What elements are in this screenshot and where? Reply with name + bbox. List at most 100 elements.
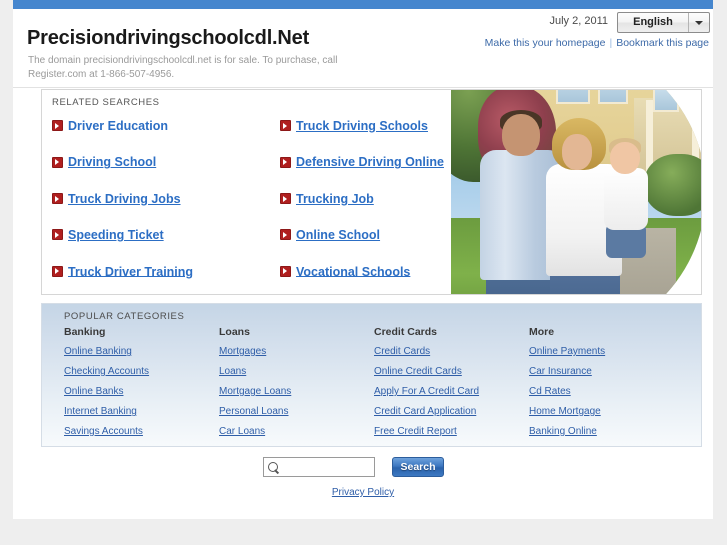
language-selected-value: English	[633, 16, 673, 28]
related-search-label[interactable]: Truck Driver Training	[68, 264, 193, 278]
related-search-label[interactable]: Vocational Schools	[296, 264, 410, 278]
related-search-label[interactable]: Truck Driving Jobs	[68, 192, 181, 206]
related-searches-row: Truck Driver Training Vocational Schools	[52, 263, 492, 294]
category-link[interactable]: Online Payments	[529, 346, 684, 357]
family-house-photo	[451, 90, 701, 294]
related-search-label[interactable]: Driving School	[68, 155, 156, 169]
related-searches-row: Speeding Ticket Online School	[52, 226, 492, 262]
search-form: Search	[263, 457, 444, 479]
red-arrow-icon	[52, 120, 63, 132]
category-link[interactable]: Banking Online	[529, 426, 684, 437]
related-searches-row: Truck Driving Jobs Trucking Job	[52, 190, 492, 226]
man-head	[502, 114, 540, 156]
related-searches-heading: RELATED SEARCHES	[52, 97, 160, 108]
category-link[interactable]: Cd Rates	[529, 386, 684, 397]
related-search-item[interactable]: Truck Driver Training	[52, 263, 193, 285]
footer: Privacy Policy	[13, 487, 713, 498]
house-window	[598, 90, 628, 104]
related-search-item[interactable]: Trucking Job	[280, 190, 374, 212]
related-search-label[interactable]: Defensive Driving Online	[296, 155, 444, 169]
language-selector[interactable]: English	[617, 12, 710, 33]
category-link[interactable]: Mortgages	[219, 346, 374, 357]
category-link[interactable]: Online Credit Cards	[374, 366, 529, 377]
red-arrow-icon	[52, 229, 63, 241]
shrub	[644, 154, 701, 216]
red-arrow-icon	[280, 229, 291, 241]
related-search-label[interactable]: Driver Education	[68, 119, 168, 133]
search-field-wrapper[interactable]	[263, 457, 375, 477]
header-utility-links: Make this your homepage | Bookmark this pa…	[485, 37, 709, 49]
red-arrow-icon	[52, 265, 63, 277]
category-link[interactable]: Car Insurance	[529, 366, 684, 377]
category-link[interactable]: Apply For A Credit Card	[374, 386, 529, 397]
category-column-loans: Loans Mortgages Loans Mortgage Loans Per…	[219, 326, 374, 446]
search-button[interactable]: Search	[392, 457, 444, 477]
popular-categories-panel: POPULAR CATEGORIES Banking Online Bankin…	[41, 303, 702, 447]
category-link[interactable]: Car Loans	[219, 426, 374, 437]
photo-circular-mask	[451, 90, 701, 294]
category-link[interactable]: Savings Accounts	[64, 426, 219, 437]
related-search-item[interactable]: Speeding Ticket	[52, 226, 164, 248]
woman-face	[562, 134, 592, 170]
category-heading: More	[529, 326, 555, 338]
category-link[interactable]: Personal Loans	[219, 406, 374, 417]
category-link[interactable]: Free Credit Report	[374, 426, 529, 437]
red-arrow-icon	[280, 193, 291, 205]
related-search-item[interactable]: Driver Education	[52, 117, 168, 139]
red-arrow-icon	[52, 193, 63, 205]
category-link[interactable]: Online Banks	[64, 386, 219, 397]
make-homepage-link[interactable]: Make this your homepage	[485, 37, 606, 49]
top-accent-bar	[13, 0, 713, 9]
related-searches-panel: RELATED SEARCHES Driver Education Truck …	[41, 89, 702, 295]
link-separator: |	[609, 37, 613, 49]
related-searches-row: Driver Education Truck Driving Schools	[52, 117, 492, 153]
page-container: Precisiondrivingschoolcdl.Net The domain…	[13, 0, 713, 519]
related-search-label[interactable]: Trucking Job	[296, 192, 374, 206]
baby-shirt	[604, 168, 648, 230]
baby-head	[610, 142, 640, 174]
popular-categories-columns: Banking Online Banking Checking Accounts…	[64, 326, 684, 446]
category-link[interactable]: Credit Card Application	[374, 406, 529, 417]
category-link[interactable]: Credit Cards	[374, 346, 529, 357]
bookmark-page-link[interactable]: Bookmark this page	[616, 37, 709, 49]
search-input[interactable]	[281, 460, 375, 477]
category-link[interactable]: Checking Accounts	[64, 366, 219, 377]
red-arrow-icon	[280, 120, 291, 132]
red-arrow-icon	[280, 156, 291, 168]
chevron-down-icon	[695, 21, 703, 25]
red-arrow-icon	[280, 265, 291, 277]
related-search-label[interactable]: Truck Driving Schools	[296, 119, 428, 133]
related-searches-grid: Driver Education Truck Driving Schools D…	[52, 117, 492, 294]
popular-categories-heading: POPULAR CATEGORIES	[64, 311, 185, 322]
house-window	[653, 90, 679, 112]
category-heading: Loans	[219, 326, 250, 338]
category-column-banking: Banking Online Banking Checking Accounts…	[64, 326, 219, 446]
related-search-label[interactable]: Speeding Ticket	[68, 228, 164, 242]
domain-for-sale-notice: The domain precisiondrivingschoolcdl.net…	[28, 55, 338, 80]
related-search-label[interactable]: Online School	[296, 228, 380, 242]
privacy-policy-link[interactable]: Privacy Policy	[332, 487, 394, 498]
page-title: Precisiondrivingschoolcdl.Net	[27, 27, 310, 49]
category-heading: Credit Cards	[374, 326, 438, 338]
category-column-more: More Online Payments Car Insurance Cd Ra…	[529, 326, 684, 446]
category-column-credit-cards: Credit Cards Credit Cards Online Credit …	[374, 326, 529, 446]
search-area: Search	[13, 457, 713, 481]
related-search-item[interactable]: Truck Driving Jobs	[52, 190, 181, 212]
red-arrow-icon	[52, 156, 63, 168]
current-date: July 2, 2011	[549, 15, 608, 27]
language-dropdown-toggle[interactable]	[688, 13, 709, 32]
related-search-item[interactable]: Truck Driving Schools	[280, 117, 428, 139]
related-search-item[interactable]: Vocational Schools	[280, 263, 410, 285]
category-heading: Banking	[64, 326, 106, 338]
magnifier-icon	[268, 462, 278, 472]
related-search-item[interactable]: Online School	[280, 226, 380, 248]
category-link[interactable]: Loans	[219, 366, 374, 377]
related-search-item[interactable]: Defensive Driving Online	[280, 153, 444, 175]
category-link[interactable]: Home Mortgage	[529, 406, 684, 417]
category-link[interactable]: Online Banking	[64, 346, 219, 357]
category-link[interactable]: Internet Banking	[64, 406, 219, 417]
category-link[interactable]: Mortgage Loans	[219, 386, 374, 397]
related-search-item[interactable]: Driving School	[52, 153, 156, 175]
related-searches-row: Driving School Defensive Driving Online	[52, 153, 492, 189]
house-window	[556, 90, 590, 104]
